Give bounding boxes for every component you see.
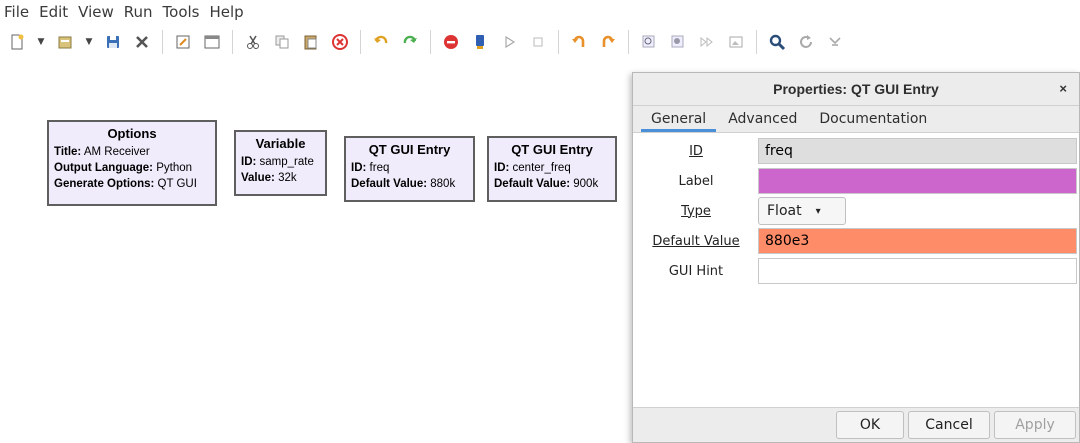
- block-param: Output Language: Python: [54, 162, 193, 174]
- copy-icon[interactable]: [271, 31, 293, 53]
- apply-button[interactable]: Apply: [994, 411, 1076, 439]
- pause-icon[interactable]: [527, 31, 549, 53]
- rotate-ccw-icon[interactable]: [568, 31, 590, 53]
- label-field[interactable]: [758, 168, 1077, 194]
- menu-view[interactable]: View: [78, 3, 114, 21]
- field-row-label: Label: [633, 166, 1079, 196]
- chevron-down-icon: ▾: [815, 205, 821, 217]
- properties-dialog: Properties: QT GUI Entry × General Advan…: [632, 72, 1080, 443]
- tab-advanced[interactable]: Advanced: [718, 111, 807, 132]
- field-row-type: Type Float ▾: [633, 196, 1079, 226]
- menu-tools[interactable]: Tools: [163, 3, 200, 21]
- dialog-titlebar[interactable]: Properties: QT GUI Entry ×: [633, 73, 1079, 106]
- toolbar-separator: [232, 30, 233, 54]
- window-icon[interactable]: [201, 31, 223, 53]
- type-dropdown[interactable]: Float ▾: [758, 197, 846, 225]
- block-variable[interactable]: Variable ID: samp_rate Value: 32k: [234, 130, 327, 196]
- field-row-id: ID freq: [633, 136, 1079, 166]
- find-icon[interactable]: [766, 31, 788, 53]
- undo-icon[interactable]: [370, 31, 392, 53]
- tab-documentation[interactable]: Documentation: [809, 111, 937, 132]
- block-param: ID: freq: [351, 162, 390, 174]
- run-icon[interactable]: [498, 31, 520, 53]
- block-title: QT GUI Entry: [511, 142, 593, 157]
- zoom-out-icon[interactable]: [667, 31, 689, 53]
- block-title: Variable: [255, 136, 306, 151]
- type-value: Float: [767, 203, 802, 219]
- block-param: ID: center_freq: [494, 162, 571, 174]
- cancel-button[interactable]: Cancel: [908, 411, 990, 439]
- toolbar-separator: [162, 30, 163, 54]
- ok-button[interactable]: OK: [836, 411, 904, 439]
- reload-icon[interactable]: [795, 31, 817, 53]
- dialog-button-bar: OK Cancel Apply: [633, 407, 1079, 442]
- block-options[interactable]: Options Title: AM Receiver Output Langua…: [47, 120, 217, 206]
- dropdown-icon[interactable]: ▼: [83, 31, 95, 53]
- paste-icon[interactable]: [300, 31, 322, 53]
- general-fields: ID freq Label Type Float ▾ Default Value…: [633, 133, 1079, 286]
- stop-icon[interactable]: [440, 31, 462, 53]
- label-label: Label: [678, 173, 714, 189]
- id-label: ID: [689, 143, 703, 159]
- cut-icon[interactable]: [242, 31, 264, 53]
- menu-file[interactable]: File: [4, 3, 29, 21]
- block-qt-gui-entry-freq[interactable]: QT GUI Entry ID: freq Default Value: 880…: [344, 136, 475, 202]
- block-qt-gui-entry-center-freq[interactable]: QT GUI Entry ID: center_freq Default Val…: [487, 136, 617, 202]
- zoom-in-icon[interactable]: [638, 31, 660, 53]
- redo-icon[interactable]: [399, 31, 421, 53]
- field-row-gui-hint: GUI Hint: [633, 256, 1079, 286]
- toolbar-separator: [756, 30, 757, 54]
- new-icon[interactable]: [6, 31, 28, 53]
- gui-hint-label: GUI Hint: [668, 263, 724, 279]
- toolbar-separator: [558, 30, 559, 54]
- block-param: ID: samp_rate: [241, 156, 314, 168]
- toolbar-separator: [360, 30, 361, 54]
- toolbar-separator: [430, 30, 431, 54]
- open-icon[interactable]: [54, 31, 76, 53]
- save-icon[interactable]: [102, 31, 124, 53]
- close-icon[interactable]: ×: [1059, 81, 1067, 96]
- gui-hint-field[interactable]: [758, 258, 1077, 284]
- menu-run[interactable]: Run: [124, 3, 153, 21]
- default-value-label: Default Value: [652, 233, 740, 249]
- dialog-title: Properties: QT GUI Entry: [773, 81, 939, 97]
- generate-icon[interactable]: [469, 31, 491, 53]
- toolbar: ▼ ▼: [0, 26, 1080, 58]
- edit-icon[interactable]: [172, 31, 194, 53]
- dropdown-icon[interactable]: ▼: [35, 31, 47, 53]
- close-icon[interactable]: [131, 31, 153, 53]
- block-param: Generate Options: QT GUI: [54, 178, 197, 190]
- menu-edit[interactable]: Edit: [39, 3, 68, 21]
- default-value-field[interactable]: 880e3: [758, 228, 1077, 254]
- id-field[interactable]: freq: [758, 138, 1077, 164]
- block-title: QT GUI Entry: [368, 142, 451, 157]
- bypass-icon[interactable]: [824, 31, 846, 53]
- block-param: Value: 32k: [241, 172, 297, 184]
- rotate-cw-icon[interactable]: [597, 31, 619, 53]
- field-row-default-value: Default Value 880e3: [633, 226, 1079, 256]
- menu-help[interactable]: Help: [210, 3, 244, 21]
- dialog-tabs: General Advanced Documentation: [633, 106, 1079, 133]
- block-param: Default Value: 880k: [351, 178, 456, 190]
- type-label: Type: [681, 203, 711, 219]
- delete-icon[interactable]: [329, 31, 351, 53]
- tab-general[interactable]: General: [641, 111, 717, 132]
- menu-bar: File Edit View Run Tools Help: [0, 0, 1080, 24]
- block-param: Title: AM Receiver: [54, 146, 150, 158]
- block-param: Default Value: 900k: [494, 178, 599, 190]
- toolbar-separator: [628, 30, 629, 54]
- forward-icon[interactable]: [696, 31, 718, 53]
- image-icon[interactable]: [725, 31, 747, 53]
- block-title: Options: [107, 126, 157, 141]
